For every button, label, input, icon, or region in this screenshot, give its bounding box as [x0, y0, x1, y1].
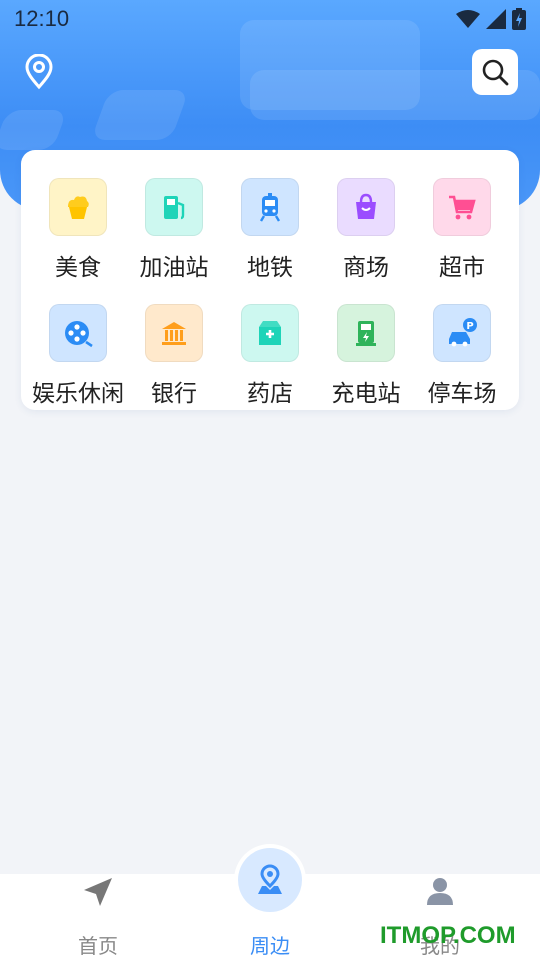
tab-nearby-icon-circle — [238, 848, 302, 912]
tab-home-label: 首页 — [78, 934, 118, 958]
category-label: 停车场 — [427, 381, 497, 407]
category-label: 药店 — [247, 381, 293, 407]
category-label: 超市 — [439, 255, 485, 281]
category-item[interactable]: 银行 — [125, 304, 223, 414]
category-item[interactable]: 娱乐休闲 — [29, 304, 127, 414]
status-icons — [456, 8, 526, 30]
category-label: 加油站 — [139, 255, 209, 281]
map-pin-icon — [258, 864, 282, 894]
category-grid: 美食 加油站 地铁 商场 超市娱乐休闲 银行 药店 充电站 P 停车场 — [21, 150, 519, 410]
signal-icon — [486, 9, 506, 29]
category-item[interactable]: 超市 — [413, 178, 511, 288]
battery-icon — [512, 8, 526, 30]
category-label: 地铁 — [247, 255, 293, 281]
category-label: 银行 — [151, 381, 197, 407]
category-item[interactable]: 药店 — [221, 304, 319, 414]
charging-station-icon — [337, 304, 395, 362]
bank-icon — [145, 304, 203, 362]
medicine-box-icon — [241, 304, 299, 362]
category-label: 美食 — [55, 255, 101, 281]
category-item[interactable]: 充电站 — [317, 304, 415, 414]
category-item[interactable]: 商场 — [317, 178, 415, 288]
location-pin-icon — [25, 53, 53, 90]
category-item[interactable]: 美食 — [29, 178, 127, 288]
category-item[interactable]: P 停车场 — [413, 304, 511, 414]
search-button[interactable] — [472, 49, 518, 95]
location-button[interactable] — [22, 53, 56, 90]
shopping-bag-icon — [337, 178, 395, 236]
category-label: 娱乐休闲 — [32, 381, 124, 407]
svg-text:P: P — [466, 321, 473, 332]
user-icon — [427, 878, 453, 905]
gas-station-icon — [145, 178, 203, 236]
category-item[interactable]: 加油站 — [125, 178, 223, 288]
tab-home[interactable]: 首页 — [8, 874, 188, 960]
status-time: 12:10 — [14, 6, 70, 31]
parking-car-icon: P — [433, 304, 491, 362]
tab-nearby-label: 周边 — [250, 934, 290, 958]
tab-nearby[interactable]: 周边 — [180, 848, 360, 960]
category-label: 充电站 — [331, 381, 401, 407]
subway-icon — [241, 178, 299, 236]
category-card: 美食 加油站 地铁 商场 超市娱乐休闲 银行 药店 充电站 P 停车场 — [21, 150, 519, 410]
wifi-icon — [456, 10, 480, 28]
cupcake-icon — [49, 178, 107, 236]
film-reel-icon — [49, 304, 107, 362]
status-bar: 12:10 — [0, 0, 540, 38]
category-item[interactable]: 地铁 — [221, 178, 319, 288]
search-icon — [482, 59, 509, 86]
shopping-cart-icon — [433, 178, 491, 236]
category-label: 商场 — [343, 255, 389, 281]
navigation-arrow-icon — [84, 878, 112, 906]
watermark: ITMOP.COM — [380, 922, 516, 949]
